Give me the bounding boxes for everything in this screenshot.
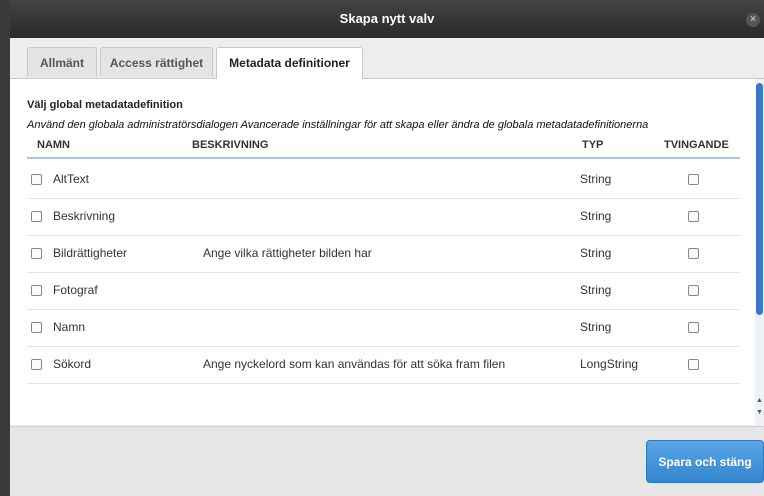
row-name: Fotograf [53, 283, 98, 297]
create-vault-dialog: Skapa nytt valv × Allmänt Access rättigh… [10, 0, 764, 496]
row-select-checkbox[interactable] [31, 359, 42, 370]
row-type: String [580, 320, 612, 334]
content-scrollbar[interactable]: ▲ ▼ [755, 79, 764, 425]
table-row: Namn String [27, 309, 740, 347]
row-select-checkbox[interactable] [31, 285, 42, 296]
tab-access-rights[interactable]: Access rättighet [100, 47, 213, 77]
row-required-checkbox[interactable] [688, 211, 699, 222]
row-type: LongString [580, 357, 639, 371]
row-required-checkbox[interactable] [688, 248, 699, 259]
section-title: Välj global metadatadefinition [27, 99, 183, 111]
header-divider [27, 157, 740, 159]
dialog-title: Skapa nytt valv [339, 11, 435, 26]
row-select-checkbox[interactable] [31, 174, 42, 185]
table-row: Bildrättigheter Ange vilka rättigheter b… [27, 235, 740, 273]
row-description: Ange vilka rättigheter bilden har [203, 246, 372, 260]
column-header-description: BESKRIVNING [192, 139, 269, 151]
scroll-up-icon[interactable]: ▲ [755, 397, 764, 405]
row-name: AltText [53, 172, 90, 186]
scrollbar-thumb[interactable] [756, 83, 763, 315]
column-header-type: TYP [582, 139, 604, 151]
dialog-titlebar: Skapa nytt valv × [10, 0, 764, 38]
row-name: Namn [53, 320, 86, 334]
table-row: AltText String [27, 161, 740, 199]
row-name: Sökord [53, 357, 92, 371]
column-header-name: NAMN [37, 139, 70, 151]
row-type: String [580, 283, 612, 297]
row-select-checkbox[interactable] [31, 248, 42, 259]
row-required-checkbox[interactable] [688, 174, 699, 185]
tab-metadata-definitions[interactable]: Metadata definitioner [216, 47, 363, 79]
row-select-checkbox[interactable] [31, 211, 42, 222]
close-icon[interactable]: × [746, 13, 760, 27]
row-type: String [580, 246, 612, 260]
row-select-checkbox[interactable] [31, 322, 42, 333]
scroll-down-icon[interactable]: ▼ [755, 409, 764, 417]
table-row: Sökord Ange nyckelord som kan användas f… [27, 346, 740, 384]
section-hint: Använd den globala administratörsdialoge… [27, 119, 649, 131]
row-type: String [580, 172, 612, 186]
tab-general[interactable]: Allmänt [27, 47, 97, 77]
row-required-checkbox[interactable] [688, 285, 699, 296]
table-row: Fotograf String [27, 272, 740, 310]
row-description: Ange nyckelord som kan användas för att … [203, 357, 506, 371]
row-required-checkbox[interactable] [688, 359, 699, 370]
row-required-checkbox[interactable] [688, 322, 699, 333]
tab-bar: Allmänt Access rättighet Metadata defini… [10, 38, 764, 79]
metadata-panel: Välj global metadatadefinition Använd de… [10, 79, 755, 425]
column-header-required: TVINGANDE [664, 139, 729, 151]
table-row: Beskrivning String [27, 198, 740, 236]
dialog-footer: Spara och stäng [10, 426, 764, 496]
save-and-close-button[interactable]: Spara och stäng [646, 440, 764, 483]
row-type: String [580, 209, 612, 223]
row-name: Bildrättigheter [53, 246, 128, 260]
row-name: Beskrivning [53, 209, 116, 223]
